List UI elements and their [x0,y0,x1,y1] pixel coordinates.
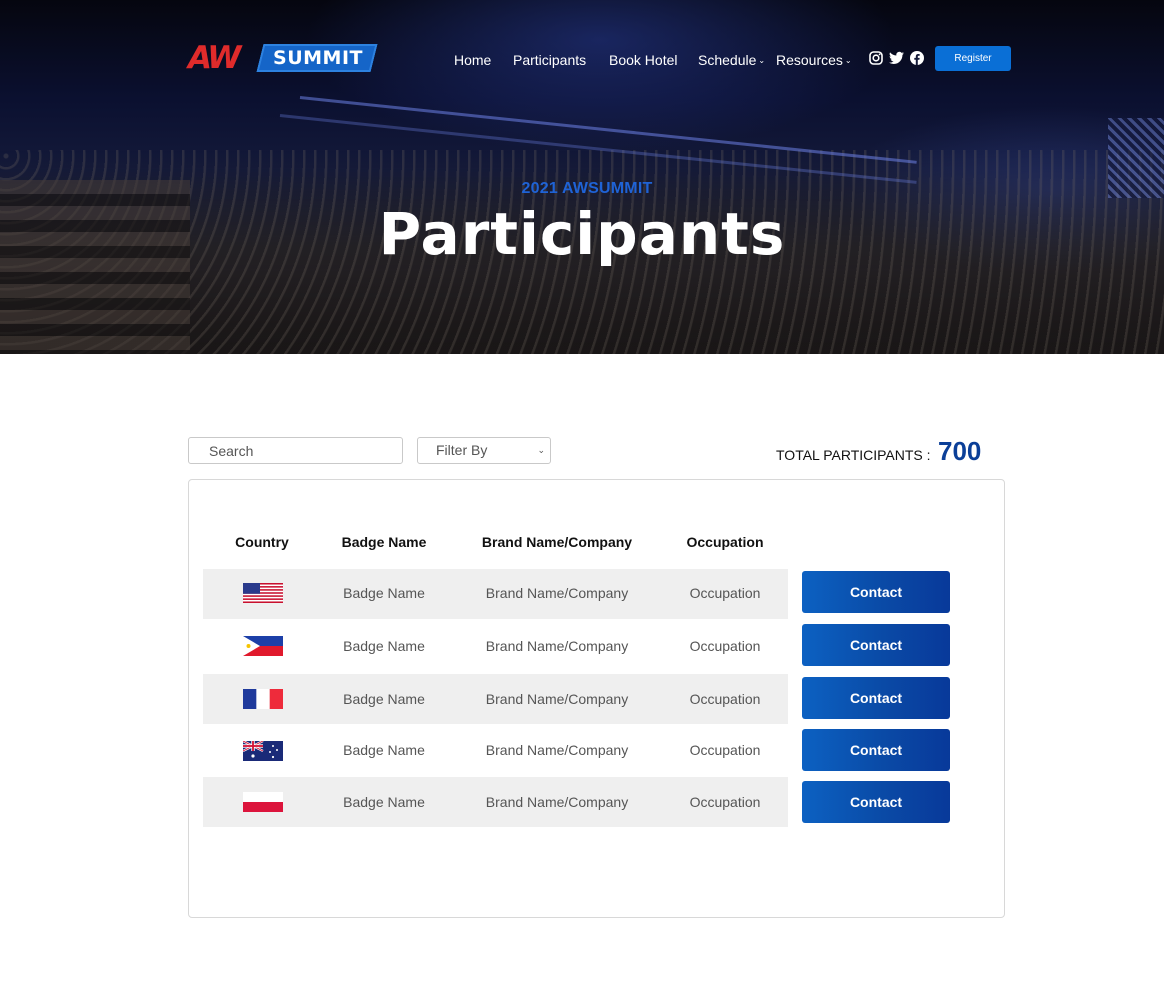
logo-aw-text: AW [188,40,242,76]
chevron-down-icon: ⌄ [844,56,852,65]
hero-subtitle: 2021 AWSUMMIT [521,180,653,197]
occupation-cell: Occupation [689,691,761,707]
us-flag-icon [243,583,283,603]
nav-home[interactable]: Home [454,50,491,70]
company-cell: Brand Name/Company [485,638,629,654]
occupation-cell: Occupation [689,585,761,601]
badge-name-cell: Badge Name [343,794,425,810]
total-participants-label: TOTAL PARTICIPANTS : [776,447,931,463]
nav-book-hotel-label: Book Hotel [609,52,678,68]
contact-button[interactable]: Contact [802,781,950,823]
nav-participants-label: Participants [513,52,587,68]
contact-button[interactable]: Contact [802,571,950,613]
contact-button[interactable]: Contact [802,729,950,771]
chevron-down-icon: ⌄ [758,56,766,65]
filter-label: Filter By [436,442,488,458]
logo-summit-text: SUMMIT [273,47,363,69]
column-header-company: Brand Name/Company [481,534,633,550]
company-cell: Brand Name/Company [485,585,629,601]
page-title: Participants [378,200,786,268]
nav-schedule[interactable]: Schedule ⌄ [698,50,765,70]
awsummit-logo[interactable]: AW SUMMIT [188,40,378,76]
ph-flag-icon [243,636,283,656]
badge-name-cell: Badge Name [343,742,425,758]
column-header-badge-name: Badge Name [341,534,427,550]
nav-participants[interactable]: Participants [513,50,586,70]
company-cell: Brand Name/Company [485,742,629,758]
twitter-icon[interactable] [889,51,905,67]
contact-button[interactable]: Contact [802,677,950,719]
nav-resources-label: Resources [776,52,843,68]
search-input[interactable] [188,437,403,464]
au-flag-icon [243,741,283,761]
total-participants-count: 700 [938,436,982,466]
total-participants: TOTAL PARTICIPANTS : 700 [776,436,981,468]
register-button[interactable]: Register [935,46,1011,71]
nav-schedule-label: Schedule [698,52,757,68]
occupation-cell: Occupation [689,638,761,654]
company-cell: Brand Name/Company [485,794,629,810]
chevron-down-icon: ⌄ [537,445,545,455]
pl-flag-icon [243,792,283,812]
column-header-occupation: Occupation [686,534,764,550]
instagram-icon[interactable] [869,51,885,67]
facebook-icon[interactable] [910,51,926,67]
filter-dropdown[interactable]: Filter By ⌄ [417,437,551,464]
contact-button[interactable]: Contact [802,624,950,666]
badge-name-cell: Badge Name [343,585,425,601]
fr-flag-icon [243,689,283,709]
nav-home-label: Home [454,52,492,68]
occupation-cell: Occupation [689,742,761,758]
badge-name-cell: Badge Name [343,638,425,654]
nav-book-hotel[interactable]: Book Hotel [609,50,677,70]
company-cell: Brand Name/Company [485,691,629,707]
occupation-cell: Occupation [689,794,761,810]
hero-banner: AW SUMMIT Home Participants Book Hotel S… [0,0,1164,354]
nav-resources[interactable]: Resources ⌄ [776,50,852,70]
badge-name-cell: Badge Name [343,691,425,707]
column-header-country: Country [235,534,289,550]
